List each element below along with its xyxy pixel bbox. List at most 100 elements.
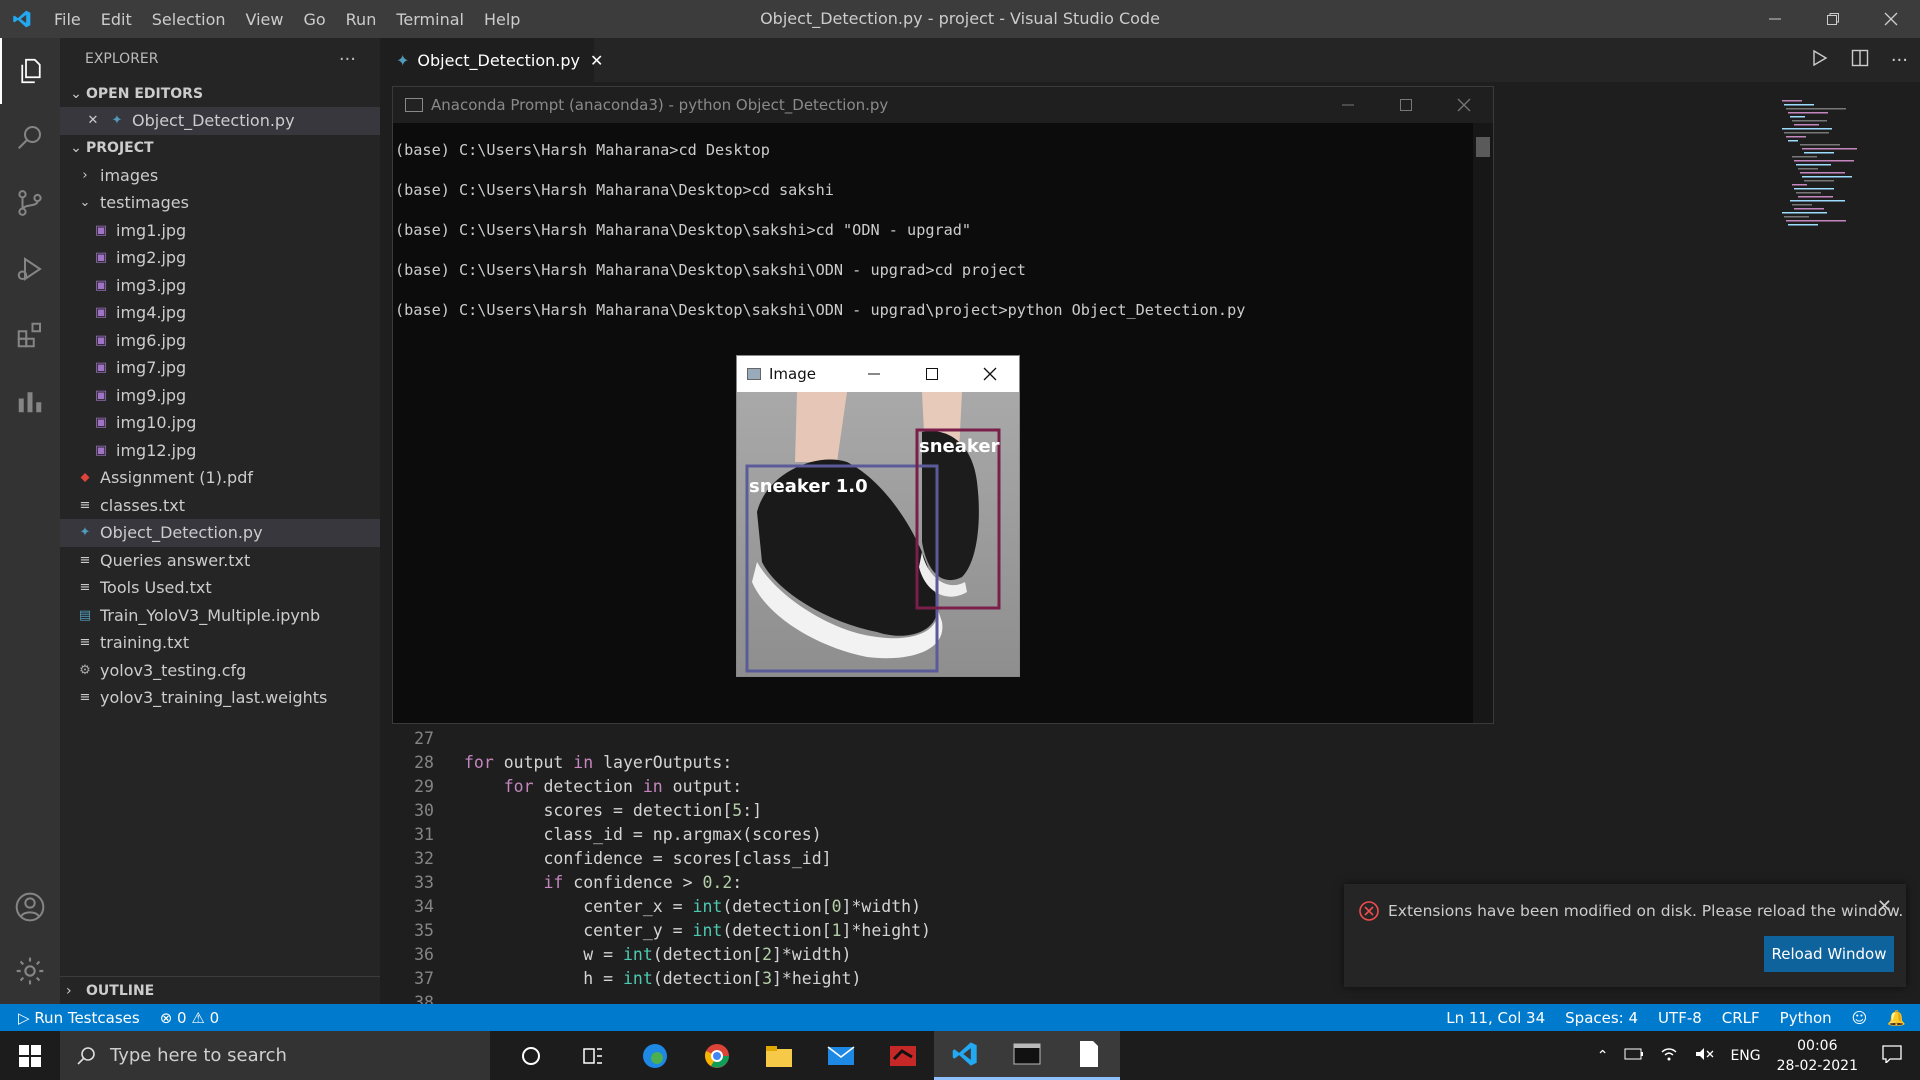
action-center-icon[interactable] (1882, 1044, 1902, 1067)
clock[interactable]: 00:06 28-02-2021 (1777, 1036, 1858, 1076)
line-ending[interactable]: CRLF (1722, 1009, 1760, 1027)
tree-file[interactable]: ▣ img4.jpg (60, 299, 380, 327)
run-file-icon[interactable] (1811, 49, 1829, 71)
tree-file[interactable]: ✦ Object_Detection.py (60, 519, 380, 547)
code-line[interactable]: 30 scores = detection[5:] (380, 798, 1340, 822)
code-line[interactable]: 28 for output in layerOutputs: (380, 750, 1340, 774)
chart-icon[interactable] (0, 368, 60, 434)
cortana-icon[interactable] (500, 1031, 562, 1080)
explorer-icon[interactable] (0, 38, 60, 104)
tree-file[interactable]: ⚙ yolov3_testing.cfg (60, 657, 380, 685)
close-tab-icon[interactable]: ✕ (590, 51, 603, 70)
console-minimize-button[interactable] (1319, 87, 1377, 123)
tree-file[interactable]: ▣ img6.jpg (60, 327, 380, 355)
task-view-icon[interactable] (562, 1031, 624, 1080)
open-editors-section[interactable]: ⌄ OPEN EDITORS (60, 80, 380, 107)
feedback-icon[interactable]: ☺ (1852, 1009, 1868, 1027)
image-window[interactable]: Image sneaker 1.0 sneaker (736, 355, 1020, 677)
chrome-icon[interactable] (686, 1031, 748, 1080)
code-line[interactable]: 38 (380, 990, 1340, 1005)
image-minimize-button[interactable] (845, 356, 903, 392)
console-maximize-button[interactable] (1377, 87, 1435, 123)
notepad-taskbar-icon[interactable] (1058, 1031, 1120, 1080)
volume-muted-icon[interactable] (1694, 1046, 1714, 1066)
windows-start-icon[interactable] (0, 1031, 60, 1080)
input-language[interactable]: ENG (1730, 1048, 1760, 1064)
notifications-bell-icon[interactable]: 🔔 (1887, 1009, 1906, 1027)
code-editor[interactable]: 27 28 for output in layerOutputs: 29 for de… (380, 726, 1340, 1005)
language-mode[interactable]: Python (1780, 1009, 1832, 1027)
split-editor-icon[interactable] (1851, 49, 1869, 71)
tree-file[interactable]: ▣ img10.jpg (60, 409, 380, 437)
app-red-icon[interactable] (872, 1031, 934, 1080)
scrollbar-thumb[interactable] (1476, 137, 1490, 157)
indentation[interactable]: Spaces: 4 (1565, 1009, 1638, 1027)
minimize-button[interactable] (1746, 0, 1804, 38)
tree-file[interactable]: ▣ img2.jpg (60, 244, 380, 272)
code-line[interactable]: 35 center_y = int(detection[1]*height) (380, 918, 1340, 942)
menu-terminal[interactable]: Terminal (386, 10, 474, 29)
image-close-button[interactable] (961, 356, 1019, 392)
run-debug-icon[interactable] (0, 236, 60, 302)
close-icon[interactable]: ✕ (84, 113, 102, 128)
tab-object-detection[interactable]: ✦ Object_Detection.py ✕ (380, 38, 603, 82)
code-line[interactable]: 32 confidence = scores[class_id] (380, 846, 1340, 870)
menu-go[interactable]: Go (293, 10, 335, 29)
tree-file[interactable]: ≡ Tools Used.txt (60, 574, 380, 602)
close-button[interactable] (1862, 0, 1920, 38)
tree-file[interactable]: ▣ img1.jpg (60, 217, 380, 245)
vscode-taskbar-icon[interactable] (934, 1031, 996, 1080)
tree-folder[interactable]: ⌄ testimages (60, 189, 380, 217)
editor-more-icon[interactable]: ··· (1891, 50, 1908, 71)
reload-window-button[interactable]: Reload Window (1764, 936, 1894, 972)
tree-file[interactable]: ▣ img3.jpg (60, 272, 380, 300)
minimap[interactable] (1782, 100, 1906, 240)
menu-run[interactable]: Run (336, 10, 387, 29)
code-line[interactable]: 37 h = int(detection[3]*height) (380, 966, 1340, 990)
file-explorer-icon[interactable] (748, 1031, 810, 1080)
code-line[interactable]: 34 center_x = int(detection[0]*width) (380, 894, 1340, 918)
wifi-icon[interactable] (1660, 1046, 1678, 1066)
tree-folder[interactable]: › images (60, 162, 380, 190)
terminal-taskbar-icon[interactable] (996, 1031, 1058, 1080)
menu-selection[interactable]: Selection (142, 10, 236, 29)
console-scrollbar[interactable] (1473, 123, 1493, 723)
tree-file[interactable]: ▤ Train_YoloV3_Multiple.ipynb (60, 602, 380, 630)
open-editor-item[interactable]: ✕ ✦ Object_Detection.py (60, 107, 380, 135)
more-actions-icon[interactable]: ··· (339, 49, 356, 70)
tree-file[interactable]: ≡ classes.txt (60, 492, 380, 520)
tree-file[interactable]: ⬥ Assignment (1).pdf (60, 464, 380, 492)
run-testcases-item[interactable]: ▷ Run Testcases (18, 1009, 140, 1027)
tree-file[interactable]: ≡ Queries answer.txt (60, 547, 380, 575)
menu-edit[interactable]: Edit (91, 10, 142, 29)
project-section[interactable]: ⌄ PROJECT (60, 135, 380, 162)
outline-section[interactable]: › OUTLINE (60, 976, 380, 1004)
tree-file[interactable]: ▣ img12.jpg (60, 437, 380, 465)
battery-icon[interactable] (1624, 1048, 1644, 1064)
encoding[interactable]: UTF-8 (1658, 1009, 1702, 1027)
chevron-up-icon[interactable]: ⌃ (1597, 1048, 1609, 1064)
account-icon[interactable] (0, 874, 60, 940)
problems-item[interactable]: ⊗ 0 ⚠ 0 (160, 1009, 219, 1027)
code-line[interactable]: 31 class_id = np.argmax(scores) (380, 822, 1340, 846)
settings-gear-icon[interactable] (0, 938, 60, 1004)
taskbar-search-input[interactable]: Type here to search (60, 1031, 490, 1080)
tree-file[interactable]: ≡ training.txt (60, 629, 380, 657)
mail-icon[interactable] (810, 1031, 872, 1080)
code-line[interactable]: 36 w = int(detection[2]*width) (380, 942, 1340, 966)
source-control-icon[interactable] (0, 170, 60, 236)
code-line[interactable]: 33 if confidence > 0.2: (380, 870, 1340, 894)
edge-icon[interactable] (624, 1031, 686, 1080)
code-line[interactable]: 29 for detection in output: (380, 774, 1340, 798)
console-close-button[interactable] (1435, 87, 1493, 123)
code-line[interactable]: 27 (380, 726, 1340, 750)
image-maximize-button[interactable] (903, 356, 961, 392)
extensions-icon[interactable] (0, 302, 60, 368)
tree-file[interactable]: ▣ img9.jpg (60, 382, 380, 410)
tree-file[interactable]: ▣ img7.jpg (60, 354, 380, 382)
console-output[interactable]: (base) C:\Users\Harsh Maharana>cd Deskto… (393, 123, 1493, 341)
menu-file[interactable]: File (44, 10, 91, 29)
menu-view[interactable]: View (236, 10, 294, 29)
restore-button[interactable] (1804, 0, 1862, 38)
search-icon[interactable] (0, 104, 60, 170)
